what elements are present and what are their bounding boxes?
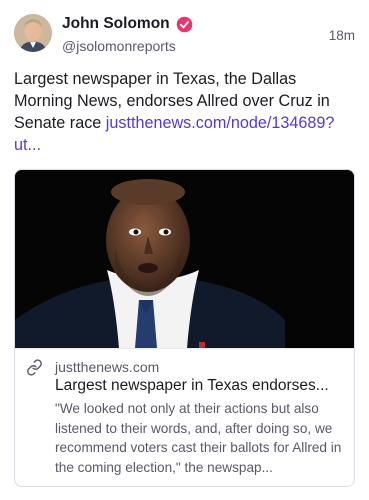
- post-timestamp[interactable]: 18m: [329, 28, 355, 43]
- link-preview-card[interactable]: justthenews.com Largest newspaper in Tex…: [14, 169, 355, 487]
- avatar[interactable]: [14, 14, 52, 52]
- verified-badge-icon: [176, 16, 192, 32]
- card-description: "We looked not only at their actions but…: [55, 401, 342, 475]
- card-image: [15, 170, 354, 348]
- card-body: justthenews.com Largest newspaper in Tex…: [15, 348, 354, 486]
- post-header: John Solomon @jsolomonreports 18m: [14, 14, 355, 58]
- author-display-name[interactable]: John Solomon: [62, 15, 170, 33]
- author-handle[interactable]: @jsolomonreports: [62, 38, 193, 54]
- status-text: Largest newspaper in Texas, the Dallas M…: [14, 68, 354, 156]
- card-title[interactable]: Largest newspaper in Texas endorses...: [55, 377, 347, 395]
- card-domain: justthenews.com: [55, 359, 160, 375]
- link-icon: [27, 359, 42, 376]
